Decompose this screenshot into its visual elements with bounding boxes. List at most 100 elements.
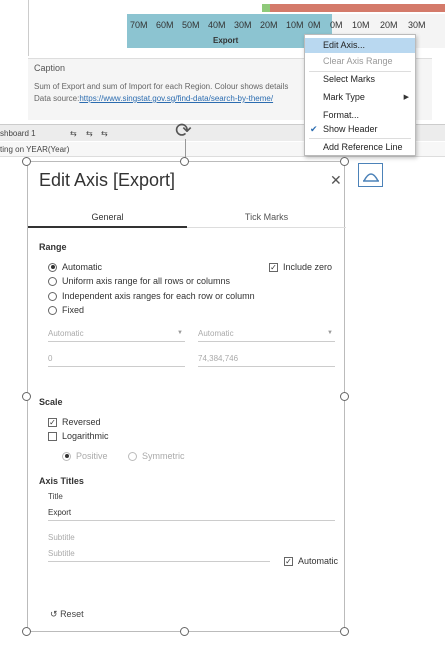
import-bar bbox=[262, 4, 270, 12]
checkbox-label: Include zero bbox=[283, 262, 333, 272]
axis-titles-heading: Axis Titles bbox=[39, 476, 84, 486]
menu-item-clear-axis-range[interactable]: Clear Axis Range bbox=[305, 54, 415, 69]
new-dashboard-icon[interactable]: ⇆ bbox=[86, 129, 93, 138]
dialog-tabs: General Tick Marks bbox=[28, 206, 346, 228]
axis-subtitle-input[interactable]: Subtitle bbox=[48, 546, 270, 562]
tick: 10M bbox=[352, 20, 370, 30]
caption-title: Caption bbox=[34, 63, 66, 73]
option-label: Uniform axis range for all rows or colum… bbox=[62, 276, 231, 286]
resize-handle[interactable] bbox=[340, 392, 349, 401]
caption-text: Sum of Export and sum of Import for each… bbox=[34, 82, 289, 91]
checkbox-label: Automatic bbox=[298, 556, 339, 566]
resize-handle[interactable] bbox=[180, 157, 189, 166]
reset-icon: ↺ bbox=[50, 609, 58, 619]
resize-handle[interactable] bbox=[22, 392, 31, 401]
include-zero-checkbox[interactable]: ✓ Include zero bbox=[269, 262, 332, 272]
option-label: Independent axis ranges for each row or … bbox=[62, 291, 255, 301]
new-story-icon[interactable]: ⇆ bbox=[101, 129, 108, 138]
radio-icon bbox=[48, 276, 57, 286]
range-option-uniform[interactable]: Uniform axis range for all rows or colum… bbox=[48, 276, 230, 286]
radio-icon bbox=[48, 305, 57, 315]
resize-handle[interactable] bbox=[340, 627, 349, 636]
menu-item-show-header[interactable]: Show Header bbox=[305, 122, 415, 137]
resize-handle[interactable] bbox=[22, 157, 31, 166]
tab-general[interactable]: General bbox=[28, 212, 187, 222]
option-label: Symmetric bbox=[142, 451, 185, 461]
resize-handle[interactable] bbox=[340, 157, 349, 166]
tick: 20M bbox=[260, 20, 278, 30]
range-option-independent[interactable]: Independent axis ranges for each row or … bbox=[48, 291, 255, 301]
axis-label: Export bbox=[213, 36, 239, 45]
subtitle-automatic-checkbox[interactable]: ✓ Automatic bbox=[284, 556, 338, 566]
import-axis-ticks: 0M 10M 20M 30M bbox=[330, 20, 436, 30]
tick: 30M bbox=[408, 20, 426, 30]
check-icon: ✔ bbox=[310, 124, 318, 134]
scale-heading: Scale bbox=[39, 397, 63, 407]
caption-source: Data source:https://www.singstat.gov.sg/… bbox=[34, 94, 273, 103]
menu-item-mark-type[interactable]: Mark Type bbox=[305, 90, 415, 105]
checkbox-checked-icon: ✓ bbox=[269, 262, 278, 272]
tick: 30M bbox=[234, 20, 252, 30]
range-option-fixed[interactable]: Fixed bbox=[48, 305, 84, 315]
reset-label: Reset bbox=[60, 609, 84, 619]
checkbox-checked-icon: ✓ bbox=[48, 417, 57, 427]
menu-item-select-marks[interactable]: Select Marks bbox=[305, 72, 415, 87]
close-icon[interactable]: ✕ bbox=[330, 172, 342, 189]
resize-handle[interactable] bbox=[180, 627, 189, 636]
tick: 50M bbox=[182, 20, 200, 30]
menu-item-format[interactable]: Format... bbox=[305, 108, 415, 123]
checkbox-label: Reversed bbox=[62, 417, 101, 427]
tick: 40M bbox=[208, 20, 226, 30]
dropdown-value: Automatic bbox=[198, 329, 234, 338]
checkbox-label: Logarithmic bbox=[62, 431, 109, 441]
tick: 60M bbox=[156, 20, 174, 30]
reversed-checkbox[interactable]: ✓ Reversed bbox=[48, 417, 101, 427]
title-label: Title bbox=[48, 492, 63, 501]
dialog-title: Edit Axis [Export] bbox=[39, 170, 176, 190]
chevron-down-icon: ▼ bbox=[177, 330, 183, 336]
sheet-tab[interactable]: shboard 1 bbox=[0, 129, 36, 138]
menu-item-edit-axis[interactable]: Edit Axis... bbox=[305, 38, 415, 53]
reset-button[interactable]: ↺ Reset bbox=[50, 609, 84, 620]
field-value: 74,384,746 bbox=[198, 354, 239, 363]
range-heading: Range bbox=[39, 242, 67, 252]
dialog-pin-icon[interactable] bbox=[358, 163, 383, 187]
tick: 0M bbox=[308, 20, 321, 30]
range-option-automatic[interactable]: Automatic bbox=[48, 262, 102, 272]
radio-icon bbox=[128, 451, 137, 461]
range-end-field[interactable]: 74,384,746 bbox=[198, 351, 335, 367]
submenu-arrow-icon: ▶ bbox=[403, 94, 409, 101]
logarithmic-checkbox[interactable]: Logarithmic bbox=[48, 431, 109, 441]
radio-icon bbox=[48, 262, 57, 272]
resize-handle[interactable] bbox=[22, 627, 31, 636]
range-start-dropdown[interactable]: Automatic ▼ bbox=[48, 326, 185, 342]
new-sheet-icon[interactable]: ⇆ bbox=[70, 129, 77, 138]
active-tab-underline bbox=[28, 226, 187, 228]
import-bar-red bbox=[270, 4, 445, 12]
range-start-field[interactable]: 0 bbox=[48, 351, 185, 367]
field-placeholder: Subtitle bbox=[48, 549, 75, 558]
menu-separator bbox=[309, 138, 411, 139]
option-label: Automatic bbox=[62, 262, 103, 272]
scale-positive-radio[interactable]: Positive bbox=[62, 451, 108, 461]
range-end-dropdown[interactable]: Automatic ▼ bbox=[198, 326, 335, 342]
radio-icon bbox=[48, 291, 57, 301]
field-value: Export bbox=[48, 508, 72, 517]
radio-icon bbox=[62, 451, 71, 461]
dropdown-value: Automatic bbox=[48, 329, 84, 338]
tick: 10M bbox=[286, 20, 304, 30]
tab-tick-marks[interactable]: Tick Marks bbox=[187, 212, 346, 222]
tick: 0M bbox=[330, 20, 343, 30]
option-label: Fixed bbox=[62, 305, 85, 315]
subtitle-label: Subtitle bbox=[48, 533, 75, 542]
source-link[interactable]: https://www.singstat.gov.sg/find-data/se… bbox=[79, 94, 273, 103]
rotate-icon[interactable]: ⟳ bbox=[175, 118, 192, 143]
axis-title-input[interactable]: Export bbox=[48, 505, 335, 521]
menu-item-add-reference-line[interactable]: Add Reference Line bbox=[305, 140, 415, 155]
field-value: 0 bbox=[48, 354, 53, 363]
scale-symmetric-radio[interactable]: Symmetric bbox=[128, 451, 185, 461]
chevron-down-icon: ▼ bbox=[327, 330, 333, 336]
source-prefix: Data source: bbox=[34, 94, 80, 103]
tick: 20M bbox=[380, 20, 398, 30]
checkbox-icon bbox=[48, 431, 57, 441]
